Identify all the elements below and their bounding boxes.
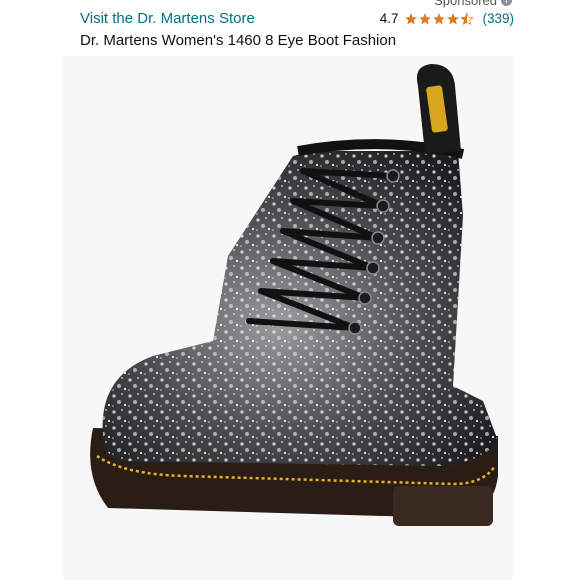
star-icon-half [460, 11, 475, 25]
sponsored-label[interactable]: Sponsored i [434, 0, 512, 8]
product-image[interactable] [63, 56, 513, 580]
star-icon-full [419, 12, 432, 24]
sponsored-text: Sponsored [434, 0, 497, 8]
product-header: Visit the Dr. Martens Store 4.7 (339) [80, 10, 514, 27]
rating-summary[interactable]: 4.7 (339) [380, 11, 514, 26]
product-title[interactable]: Dr. Martens Women's 1460 8 Eye Boot Fash… [80, 32, 396, 49]
review-count-link[interactable]: (339) [482, 11, 514, 26]
info-icon[interactable]: i [501, 0, 512, 6]
star-rating[interactable] [404, 11, 475, 26]
star-icon-full [433, 12, 446, 24]
rating-value: 4.7 [379, 11, 399, 26]
star-icon-full [405, 12, 418, 24]
star-icon-full [447, 12, 460, 24]
boot-image [90, 64, 499, 526]
visit-store-link[interactable]: Visit the Dr. Martens Store [80, 10, 255, 27]
